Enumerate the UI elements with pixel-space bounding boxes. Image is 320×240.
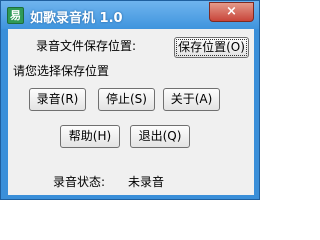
status-label: 录音状态: bbox=[53, 175, 106, 189]
save-path-label: 录音文件保存位置: bbox=[36, 39, 137, 53]
title-bar[interactable]: 易 如歌录音机 1.0 × bbox=[1, 1, 259, 29]
status-value: 未录音 bbox=[128, 175, 165, 189]
stop-button[interactable]: 停止(S) bbox=[98, 88, 155, 111]
window-title: 如歌录音机 1.0 bbox=[30, 11, 123, 26]
app-icon: 易 bbox=[7, 7, 24, 24]
help-button[interactable]: 帮助(H) bbox=[60, 125, 120, 148]
close-button[interactable]: × bbox=[209, 2, 254, 22]
client-area: 录音文件保存位置: 保存位置(O) 请您选择保存位置 录音(R) 停止(S) 关… bbox=[8, 29, 254, 195]
exit-button[interactable]: 退出(Q) bbox=[130, 125, 190, 148]
close-icon: × bbox=[226, 4, 237, 19]
save-path-value: 请您选择保存位置 bbox=[13, 64, 110, 78]
app-window: 易 如歌录音机 1.0 × 录音文件保存位置: 保存位置(O) 请您选择保存位置… bbox=[0, 0, 260, 200]
about-button[interactable]: 关于(A) bbox=[163, 88, 220, 111]
save-location-button[interactable]: 保存位置(O) bbox=[174, 37, 249, 58]
record-button[interactable]: 录音(R) bbox=[29, 88, 86, 111]
